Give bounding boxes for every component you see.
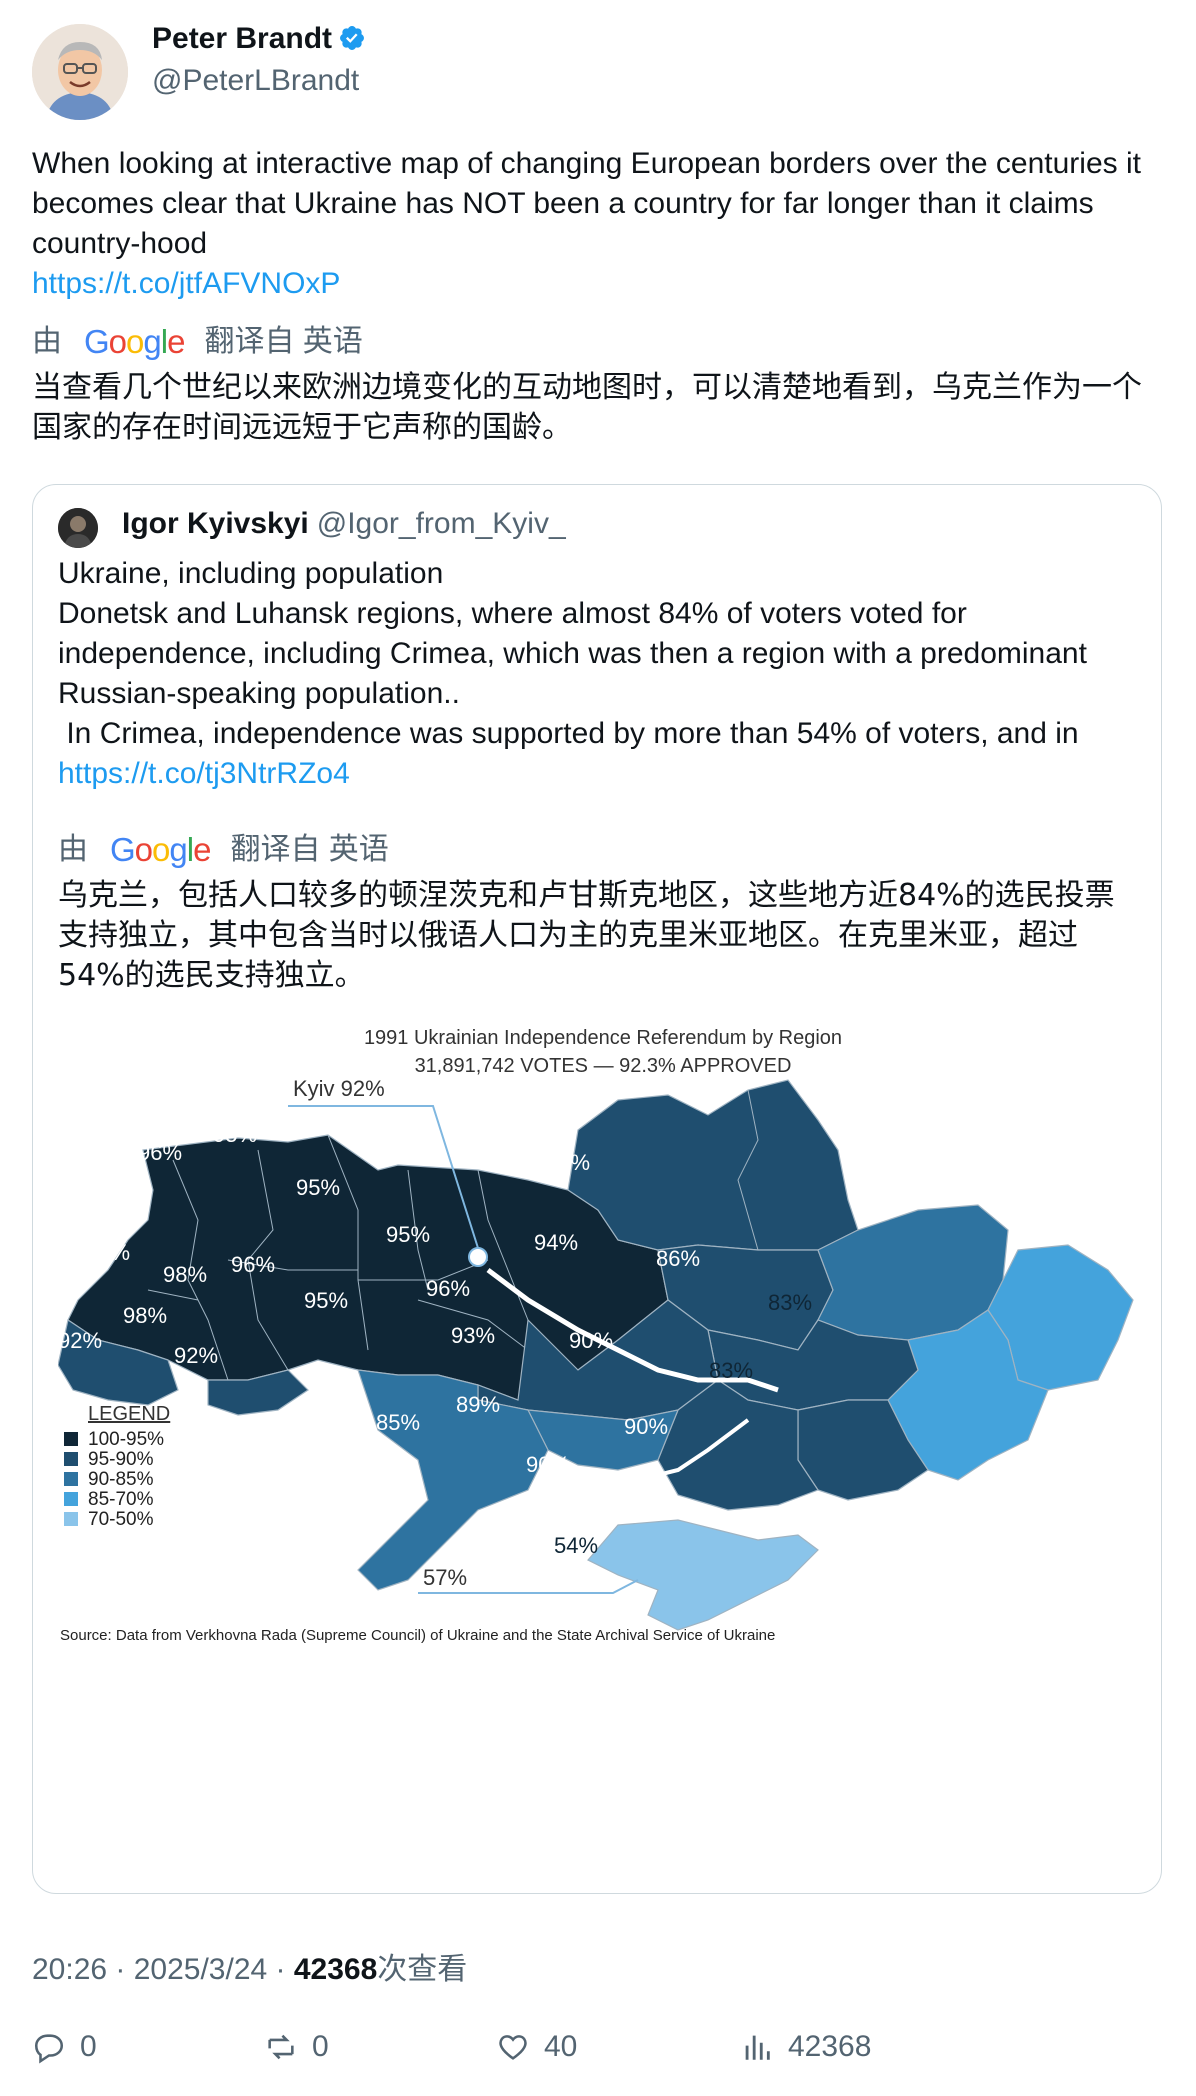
legend-label: 85-70% [88, 1489, 154, 1510]
reply-button[interactable]: 0 [32, 2030, 97, 2064]
tweet-body: When looking at interactive map of chang… [32, 144, 1162, 448]
region-label: 95% [304, 1288, 348, 1313]
reply-icon [34, 2034, 64, 2064]
verified-badge-icon [340, 26, 365, 50]
translation-prefix: 由 [32, 325, 62, 358]
avatar-illustration [32, 24, 128, 120]
region-label: 93% [456, 1130, 500, 1155]
translation-attribution: 由 Google 翻译自 英语 [32, 322, 1162, 362]
retweet-count: 0 [312, 2030, 329, 2063]
action-bar: 0 0 40 42368 [32, 2030, 1162, 2070]
quoted-translation: 乌克兰，包括人口较多的顿涅茨克和卢甘斯克地区，这些地方近84%的选民投票支持独立… [58, 878, 1115, 993]
region-label: 96% [138, 1140, 182, 1165]
quoted-text-line: Donetsk and Luhansk regions, where almos… [58, 597, 1087, 710]
like-button[interactable]: 40 [496, 2030, 577, 2064]
map-source: Source: Data from Verkhovna Rada (Suprem… [60, 1627, 775, 1644]
retweet-button[interactable]: 0 [264, 2030, 329, 2064]
kyiv-label: Kyiv 92% [293, 1076, 385, 1101]
translation-source-lang[interactable]: 翻译自 英语 [204, 322, 362, 362]
translation-prefix: 由 [58, 833, 88, 866]
map-subtitle: 31,891,742 VOTES — 92.3% APPROVED [415, 1055, 792, 1077]
quoted-tweet-link[interactable]: https://t.co/tj3NtrRZo4 [58, 757, 350, 790]
region-label: 83% [768, 1290, 812, 1315]
region-label: 90% [569, 1328, 613, 1353]
ukraine-map: 1991 Ukrainian Independence Referendum b… [57, 1020, 1148, 1850]
quoted-author-avatar[interactable] [58, 508, 98, 548]
legend-swatch [64, 1472, 78, 1486]
quoted-text-line: Ukraine, including population [58, 557, 444, 590]
views-button[interactable]: 42368 [740, 2030, 871, 2064]
like-count: 40 [544, 2030, 578, 2063]
tweet-timestamp[interactable]: 20:26 · 2025/3/24 · [32, 1953, 294, 1986]
referendum-map-image[interactable]: 1991 Ukrainian Independence Referendum b… [57, 1020, 1148, 1850]
region-label: 98% [123, 1303, 167, 1328]
quoted-author[interactable]: Igor Kyivskyi @Igor_from_Kyiv_ [122, 507, 566, 541]
region-label: 92% [546, 1150, 590, 1175]
author-handle[interactable]: @PeterLBrandt [152, 64, 359, 98]
analytics-icon [745, 2035, 770, 2060]
tweet-text: When looking at interactive map of chang… [32, 147, 1141, 260]
region-label: 94% [534, 1230, 578, 1255]
legend-label: 95-90% [88, 1449, 154, 1470]
region-label: 97% [86, 1240, 130, 1265]
author-name-text[interactable]: Peter Brandt [152, 22, 332, 55]
region-label: 92% [58, 1328, 102, 1353]
region-label: 90% [624, 1414, 668, 1439]
kyiv-star-icon [468, 1247, 488, 1267]
region-label: 96% [231, 1252, 275, 1277]
legend-swatch [64, 1512, 78, 1526]
legend-label: 70-50% [88, 1509, 154, 1530]
google-logo: Google [110, 831, 211, 868]
region-label: 86% [656, 1246, 700, 1271]
legend-swatch [64, 1492, 78, 1506]
legend-swatch [64, 1452, 78, 1466]
heart-icon [499, 2035, 527, 2060]
view-count: 42368 [293, 1953, 378, 1986]
region-label: 96% [426, 1276, 470, 1301]
tweet-meta: 20:26 · 2025/3/24 · 42368次查看 [32, 1944, 467, 1988]
region-label: 95% [213, 1122, 257, 1147]
sevastopol-label: 57% [423, 1565, 467, 1590]
region-label: 83% [709, 1358, 753, 1383]
reply-count: 0 [80, 2030, 97, 2063]
quoted-author-name[interactable]: Igor Kyivskyi [122, 507, 309, 540]
avatar-illustration [58, 508, 98, 548]
retweet-icon [268, 2034, 294, 2060]
region-label: 90% [526, 1452, 570, 1477]
region-label: 89% [456, 1392, 500, 1417]
quoted-tweet-body: Ukraine, including population Donetsk an… [58, 554, 1148, 996]
views-count: 42368 [788, 2030, 872, 2063]
region-label: 92% [174, 1343, 218, 1368]
legend-label: 100-95% [88, 1429, 164, 1450]
region-label: 95% [386, 1222, 430, 1247]
region-label: 98% [163, 1262, 207, 1287]
author-name[interactable]: Peter Brandt [152, 22, 366, 56]
author-avatar[interactable] [32, 24, 128, 120]
region-label: 95% [296, 1175, 340, 1200]
map-title: 1991 Ukrainian Independence Referendum b… [364, 1027, 842, 1049]
tweet-link[interactable]: https://t.co/jtfAFVNOxP [32, 264, 1162, 304]
view-count-suffix: 次查看 [377, 1953, 468, 1986]
region-label: 85% [376, 1410, 420, 1435]
legend-swatch [64, 1432, 78, 1446]
region-label: 54% [554, 1533, 598, 1558]
quoted-author-handle[interactable]: @Igor_from_Kyiv_ [317, 507, 566, 540]
legend-title: LEGEND [88, 1403, 170, 1425]
translation-source-lang[interactable]: 翻译自 英语 [230, 830, 388, 870]
region-label: 93% [451, 1323, 495, 1348]
quoted-text-line: In Crimea, independence was supported by… [58, 717, 1079, 750]
google-logo: Google [84, 323, 185, 360]
tweet-translation: 当查看几个世纪以来欧洲边境变化的互动地图时，可以清楚地看到，乌克兰作为一个国家的… [32, 370, 1142, 445]
quoted-translation-attribution: 由 Google 翻译自 英语 [58, 830, 1148, 870]
legend-label: 90-85% [88, 1469, 154, 1490]
